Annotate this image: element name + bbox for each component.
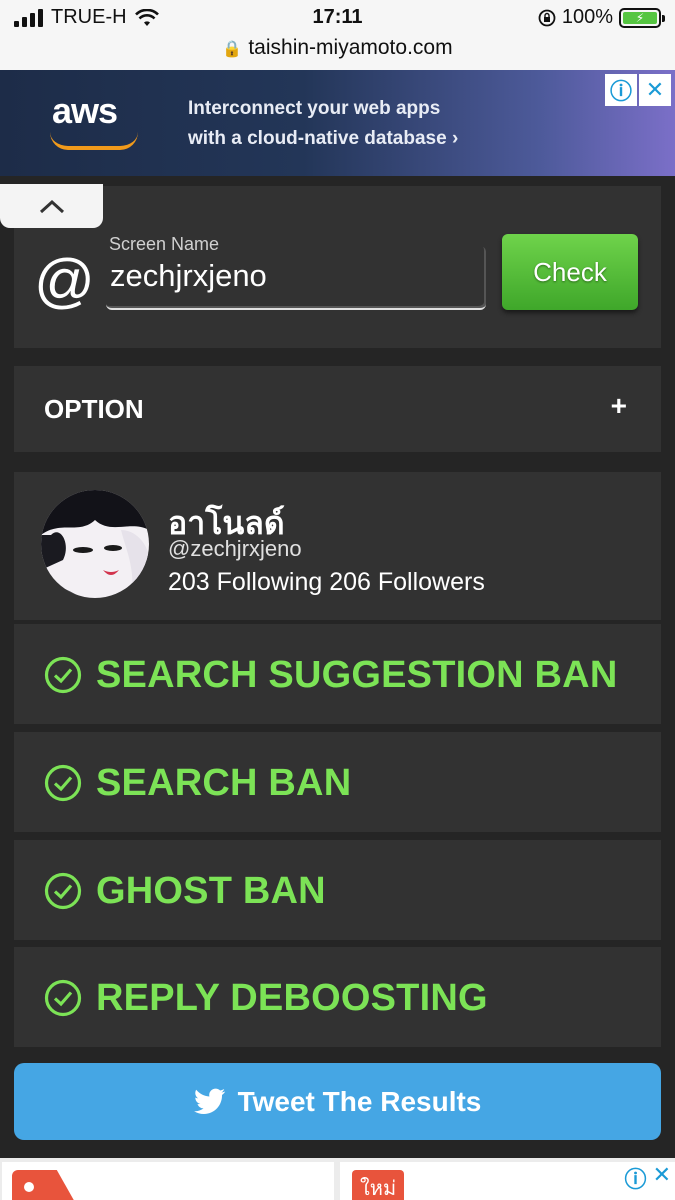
check-circle-icon — [44, 979, 82, 1017]
expand-plus-icon[interactable]: + — [611, 390, 627, 422]
status-right: 100% ⚡ — [538, 6, 665, 29]
check-circle-icon — [44, 656, 82, 694]
result-label: REPLY DEBOOSTING — [96, 977, 488, 1019]
profile-card: อาโนลด์ @zechjrxjeno 203 Following 206 F… — [14, 472, 661, 620]
result-search-ban: SEARCH BAN — [14, 732, 661, 832]
search-card: @ Screen Name zechjrxjeno Check — [14, 186, 661, 348]
battery-icon: ⚡ — [619, 7, 665, 28]
lock-icon: 🔒 — [222, 41, 243, 58]
ad-line-1: Interconnect your web apps — [188, 98, 441, 119]
screen-name-label: Screen Name — [109, 234, 220, 254]
address-bar[interactable]: 🔒 taishin-miyamoto.com — [0, 36, 675, 60]
at-icon: @ — [34, 247, 95, 314]
result-label: SEARCH BAN — [96, 762, 352, 804]
ad-bottom-controls: ⓘ ✕ — [625, 1162, 671, 1194]
result-label: SEARCH SUGGESTION BAN — [96, 654, 618, 696]
url-text: taishin-miyamoto.com — [248, 36, 453, 59]
ad-banner-bottom[interactable]: ใหม่ ⓘ ✕ — [0, 1158, 675, 1200]
collapse-button[interactable] — [0, 184, 103, 228]
tweet-results-button[interactable]: Tweet The Results — [14, 1063, 661, 1140]
result-ghost-ban: GHOST BAN — [14, 840, 661, 940]
info-icon[interactable]: ⓘ — [605, 74, 637, 106]
result-reply-deboosting: REPLY DEBOOSTING — [14, 947, 661, 1047]
option-label: OPTION — [44, 394, 144, 424]
ad-bottom-left[interactable] — [2, 1162, 334, 1200]
ad-line-2: with a cloud-native database › — [188, 128, 459, 149]
profile-stats: 203 Following 206 Followers — [168, 568, 485, 596]
rotation-lock-icon — [538, 9, 556, 26]
ad-tag-dot-icon — [24, 1182, 34, 1192]
close-icon[interactable]: ✕ — [653, 1162, 671, 1194]
ad-banner-top[interactable]: aws Interconnect your web apps with a cl… — [0, 70, 675, 176]
profile-handle: @zechjrxjeno — [168, 536, 302, 561]
check-button[interactable]: Check — [502, 234, 638, 310]
ad-controls: ⓘ ✕ — [605, 74, 671, 106]
aws-smile-icon — [50, 132, 138, 150]
result-label: GHOST BAN — [96, 870, 326, 912]
result-search-suggestion-ban: SEARCH SUGGESTION BAN — [14, 624, 661, 724]
option-panel[interactable]: OPTION + — [14, 366, 661, 452]
check-circle-icon — [44, 872, 82, 910]
battery-percent: 100% — [561, 6, 613, 28]
avatar — [41, 490, 149, 598]
close-icon[interactable]: ✕ — [639, 74, 671, 106]
chevron-up-icon — [39, 199, 64, 214]
info-icon[interactable]: ⓘ — [625, 1162, 647, 1194]
status-bar: TRUE-H 17:11 100% ⚡ 🔒 taishin-miyamoto.co… — [0, 0, 675, 70]
ad-new-tag: ใหม่ — [352, 1170, 405, 1200]
ad-tag-shape-icon — [12, 1170, 76, 1200]
ad-text: Interconnect your web apps with a cloud-… — [188, 94, 458, 154]
tweet-results-label: Tweet The Results — [237, 1085, 482, 1117]
twitter-bird-icon — [193, 1088, 225, 1114]
screen-name-input[interactable]: zechjrxjeno — [110, 258, 267, 294]
check-circle-icon — [44, 764, 82, 802]
aws-logo: aws — [52, 90, 118, 131]
